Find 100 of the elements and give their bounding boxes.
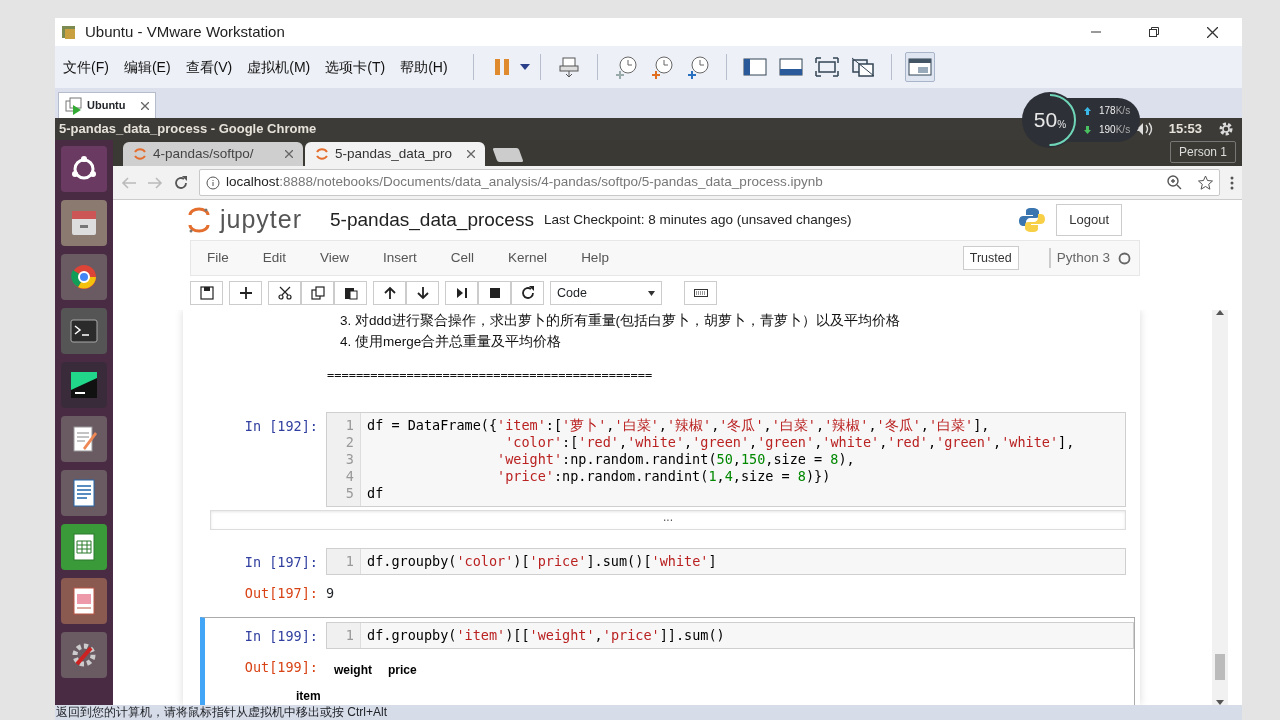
arrow-down-button[interactable] <box>406 281 439 305</box>
menu-item[interactable]: Insert <box>383 247 417 269</box>
scroll-thumb[interactable] <box>1215 654 1225 680</box>
cut-button[interactable] <box>268 281 301 305</box>
arrow-up-button[interactable] <box>373 281 406 305</box>
logout-button[interactable]: Logout <box>1056 204 1122 236</box>
profile-button[interactable]: Person 1 <box>1169 141 1236 163</box>
menu-icon[interactable] <box>1230 175 1234 190</box>
keyboard-button[interactable] <box>684 281 717 305</box>
add-icon <box>238 286 253 300</box>
clock-icon[interactable] <box>685 55 710 79</box>
address-bar[interactable]: localhost:8888/notebooks/Documents/data_analysis/4-pandas/softpo/5-pandas_data_process.ipynb <box>199 169 1220 196</box>
line-number: 5 <box>344 485 354 502</box>
input-prompt: In [197]: <box>243 553 319 572</box>
code-line: 'color':['red','white','green','green','white','red','green','white'], <box>504 434 1075 451</box>
stop-icon <box>487 286 502 300</box>
checkpoint-text: Last Checkpoint: 8 minutes ago (unsaved changes) <box>543 210 852 229</box>
window-icon[interactable] <box>778 57 803 77</box>
close-icon[interactable] <box>1207 26 1218 38</box>
save-icon <box>199 286 214 300</box>
line-number: 1 <box>344 417 354 434</box>
column-header: price <box>388 662 417 680</box>
code-editor[interactable]: 1 df.groupby('color')['price'].sum()['white'] <box>326 548 1126 575</box>
restart-button[interactable] <box>511 281 544 305</box>
code-line: df <box>367 485 385 502</box>
star-icon[interactable] <box>1198 175 1213 190</box>
code-line: df.groupby('item')[['weight','price']].sum() <box>367 627 725 645</box>
menu-item[interactable]: 查看(V) <box>185 56 233 78</box>
code-line: df.groupby('color')['price'].sum()['white'] <box>367 553 717 570</box>
kernel-name: Python 3 <box>1056 248 1110 267</box>
reload-icon[interactable] <box>173 174 189 191</box>
code-editor[interactable]: 1 df.groupby('item')[['weight','price']].sum() <box>326 622 1134 650</box>
keyboard-icon <box>693 286 708 300</box>
step-icon <box>454 286 469 300</box>
file-cabinet-icon[interactable] <box>69 208 99 238</box>
line-number: 1 <box>344 553 354 570</box>
collapsed-output[interactable]: ... <box>210 510 1126 530</box>
scroll-up-icon[interactable] <box>1216 310 1224 315</box>
step-button[interactable] <box>445 281 478 305</box>
caret-icon[interactable] <box>519 64 530 70</box>
line-number: 4 <box>344 468 354 485</box>
stop-button[interactable] <box>478 281 511 305</box>
spinner-icon <box>133 147 147 161</box>
notebook-cell[interactable]: In [197]: 1 df.groupby('color')['price'].sum()['white'] Out[197]: 9 <box>200 544 1126 608</box>
window-title: 5-pandas_data_process - Google Chrome <box>59 120 317 139</box>
menu-item[interactable]: Edit <box>262 247 287 269</box>
vm-icon <box>65 96 83 115</box>
close-icon[interactable] <box>141 101 150 110</box>
menu-item[interactable]: 文件(F) <box>63 56 109 78</box>
terminal-icon[interactable] <box>69 316 99 346</box>
text-line: 4. 使用merge合并总重量及平均价格 <box>340 333 563 351</box>
line-number: 3 <box>344 451 354 468</box>
browser-icon[interactable] <box>69 262 99 292</box>
trusted-badge[interactable]: Trusted <box>962 245 1019 271</box>
caret-icon[interactable] <box>648 290 655 296</box>
code-line: 'weight':np.random.randint(50,150,size = 8), <box>496 451 856 468</box>
clock-icon[interactable] <box>613 55 638 79</box>
add-button[interactable] <box>229 281 262 305</box>
browser-tab[interactable]: 4-pandas/softpo/ <box>123 142 303 166</box>
vm-tab[interactable]: Ubuntu <box>58 92 157 118</box>
upload-arrow-icon <box>1084 106 1091 115</box>
output-text: 9 <box>326 584 335 603</box>
fullscreen-icon[interactable] <box>814 57 839 77</box>
menu-item[interactable]: 编辑(E) <box>123 56 171 78</box>
notebook-name[interactable]: 5-pandas_data_process <box>330 205 534 235</box>
restore-icon[interactable] <box>1149 27 1159 37</box>
computer-icon[interactable] <box>557 56 580 78</box>
menu-item[interactable]: File <box>207 247 229 269</box>
jupyter-logo-icon[interactable] <box>188 207 210 233</box>
menu-item[interactable]: 帮助(H) <box>400 56 448 78</box>
browser-tab[interactable]: 5-pandas_data_pro <box>305 142 485 166</box>
menu-item[interactable]: Kernel <box>508 247 548 269</box>
menu-item[interactable]: View <box>320 247 350 269</box>
console-view-icon[interactable] <box>907 57 932 77</box>
paste-button[interactable] <box>334 281 367 305</box>
arrow-up-icon <box>382 286 397 300</box>
menu-item[interactable]: 选项卡(T) <box>325 56 386 78</box>
download-speed: 190K/s <box>1099 123 1131 137</box>
menu-item[interactable]: Help <box>581 247 609 269</box>
clock-time[interactable]: 15:53 <box>1168 119 1202 139</box>
menu-item[interactable]: Cell <box>450 247 475 269</box>
save-button[interactable] <box>190 281 223 305</box>
input-prompt: In [199]: <box>243 627 319 647</box>
ide-icon[interactable] <box>69 370 99 400</box>
clock-icon[interactable] <box>649 55 674 79</box>
menu-item[interactable]: 虚拟机(M) <box>247 56 311 78</box>
restart-icon <box>520 286 535 300</box>
output-prompt: Out[199]: <box>243 658 319 678</box>
code-line: 'price':np.random.randint(1,4,size = 8)}) <box>496 468 832 485</box>
output-prompt: Out[197]: <box>243 584 319 603</box>
copy-button[interactable] <box>301 281 334 305</box>
zoom-icon[interactable] <box>1167 175 1182 190</box>
new-tab-button[interactable] <box>492 148 524 162</box>
cell-type-dropdown[interactable]: Code <box>550 281 662 305</box>
gear-icon[interactable] <box>1218 121 1234 137</box>
code-editor[interactable] <box>326 412 1126 507</box>
usage-percent: 50 <box>1033 107 1058 134</box>
sidebar-icon[interactable] <box>742 57 767 77</box>
copy-icon <box>310 286 325 300</box>
cut-icon <box>277 286 292 300</box>
